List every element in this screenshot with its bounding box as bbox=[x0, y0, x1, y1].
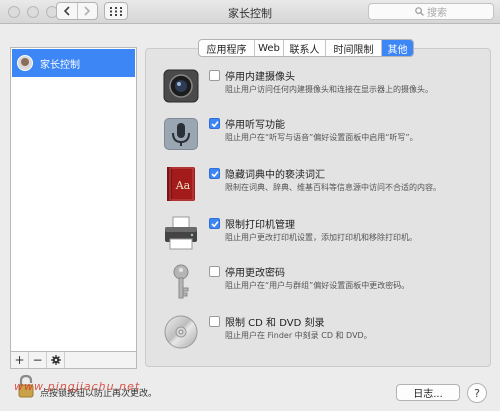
option-title: 隐藏词典中的亵渎词汇 bbox=[209, 166, 325, 181]
remove-user-button[interactable]: − bbox=[29, 352, 47, 368]
option-row-profanity: Aa 隐藏词典中的亵渎词汇 限制在词典、辞典、维基百科等信息源中访问不合适的内容… bbox=[161, 164, 481, 208]
disable-dictation-checkbox[interactable] bbox=[209, 118, 220, 129]
disable-password-change-checkbox[interactable] bbox=[209, 266, 220, 277]
option-description: 阻止用户访问任何内建摄像头和连接在显示器上的摄像头。 bbox=[225, 85, 433, 94]
option-title: 限制打印机管理 bbox=[209, 216, 295, 231]
gear-icon bbox=[50, 355, 61, 365]
tab-time-limits[interactable]: 时间限制 bbox=[326, 40, 382, 56]
disable-camera-checkbox[interactable] bbox=[209, 70, 220, 81]
option-description: 阻止用户在“用户与群组”偏好设置面板中更改密码。 bbox=[225, 281, 410, 290]
option-description: 限制在词典、辞典、维基百科等信息源中访问不合适的内容。 bbox=[225, 183, 441, 192]
sidebar-item-label: 家长控制 bbox=[40, 59, 80, 71]
option-row-camera: 停用内建摄像头 阻止用户访问任何内建摄像头和连接在显示器上的摄像头。 bbox=[161, 66, 481, 110]
search-placeholder: 搜索 bbox=[427, 8, 447, 19]
settings-button[interactable] bbox=[47, 352, 65, 368]
tab-bar: 应用程序 Web 联系人 时间限制 其他 bbox=[198, 39, 414, 57]
tab-people[interactable]: 联系人 bbox=[284, 40, 326, 56]
search-icon bbox=[415, 7, 424, 16]
user-list: 家长控制 bbox=[10, 47, 137, 352]
search-field[interactable]: 搜索 bbox=[368, 3, 494, 20]
option-label: 限制 CD 和 DVD 刻录 bbox=[225, 318, 325, 329]
toolbar: 家长控制 搜索 bbox=[0, 0, 500, 24]
watermark: www.pingjiachu.net bbox=[14, 380, 141, 393]
logs-button[interactable]: 日志... bbox=[396, 384, 460, 401]
sidebar-item-parental-controls[interactable]: 家长控制 bbox=[12, 49, 135, 77]
option-title: 停用更改密码 bbox=[209, 264, 285, 279]
microphone-icon bbox=[164, 118, 198, 150]
tab-other[interactable]: 其他 bbox=[382, 40, 413, 56]
option-label: 停用听写功能 bbox=[225, 120, 285, 131]
option-description: 阻止用户更改打印机设置，添加打印机和移除打印机。 bbox=[225, 233, 417, 242]
option-title: 停用内建摄像头 bbox=[209, 68, 295, 83]
sidebar-footer: + − bbox=[10, 352, 137, 369]
dictionary-icon: Aa bbox=[167, 167, 195, 201]
checkmark-icon bbox=[210, 120, 219, 127]
option-label: 停用内建摄像头 bbox=[225, 72, 295, 83]
option-title: 停用听写功能 bbox=[209, 116, 285, 131]
hide-profanity-checkbox[interactable] bbox=[209, 168, 220, 179]
disc-icon bbox=[164, 315, 198, 349]
checkmark-icon bbox=[210, 170, 219, 177]
printer-icon bbox=[165, 216, 197, 250]
avatar bbox=[17, 55, 33, 71]
tab-web[interactable]: Web bbox=[255, 40, 284, 56]
tab-applications[interactable]: 应用程序 bbox=[199, 40, 255, 56]
restrict-disc-burning-checkbox[interactable] bbox=[209, 316, 220, 327]
help-button[interactable]: ? bbox=[467, 383, 487, 403]
option-title: 限制 CD 和 DVD 刻录 bbox=[209, 314, 324, 329]
limit-printer-admin-checkbox[interactable] bbox=[209, 218, 220, 229]
add-user-button[interactable]: + bbox=[11, 352, 29, 368]
camera-icon bbox=[163, 69, 199, 103]
option-label: 限制打印机管理 bbox=[225, 220, 295, 231]
key-icon bbox=[173, 264, 189, 299]
option-label: 隐藏词典中的亵渎词汇 bbox=[225, 170, 325, 181]
option-row-printer: 限制打印机管理 阻止用户更改打印机设置，添加打印机和移除打印机。 bbox=[161, 214, 481, 258]
option-description: 阻止用户在“听写与语音”偏好设置面板中启用“听写”。 bbox=[225, 133, 418, 142]
option-row-disc-burning: 限制 CD 和 DVD 刻录 阻止用户在 Finder 中刻录 CD 和 DVD… bbox=[161, 312, 481, 356]
option-row-password: 停用更改密码 阻止用户在“用户与群组”偏好设置面板中更改密码。 bbox=[161, 262, 481, 306]
checkmark-icon bbox=[210, 220, 219, 227]
option-description: 阻止用户在 Finder 中刻录 CD 和 DVD。 bbox=[225, 331, 372, 340]
option-row-dictation: 停用听写功能 阻止用户在“听写与语音”偏好设置面板中启用“听写”。 bbox=[161, 114, 481, 158]
option-label: 停用更改密码 bbox=[225, 268, 285, 279]
svg-text:Aa: Aa bbox=[175, 179, 191, 192]
